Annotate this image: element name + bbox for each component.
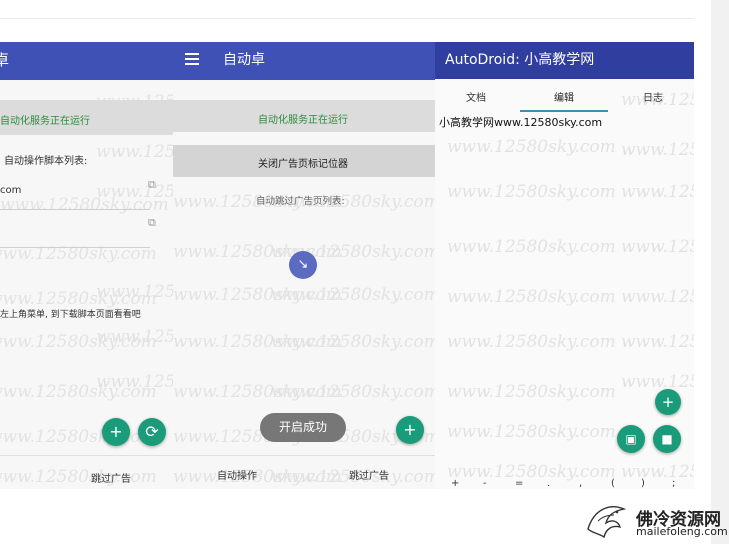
app-bar: 卓 (0, 42, 173, 80)
service-status: 自动化服务正在运行 (258, 115, 348, 126)
skip-list-label: 自动跳过广告页列表: (256, 196, 345, 207)
site-logo-en: mailefoleng.com (636, 525, 728, 538)
locator-float-icon[interactable]: ↘ (289, 251, 317, 279)
tab-edit[interactable]: 编辑 (554, 89, 574, 104)
copy-icon[interactable]: ⧉ (148, 216, 160, 230)
scrollbar-strip (711, 0, 729, 544)
top-divider (0, 18, 694, 19)
watermark: www.12580sky.com (621, 140, 694, 160)
active-tab-indicator (520, 110, 608, 112)
watermark: www.12580sky.com (0, 467, 157, 487)
add-button[interactable]: + (396, 416, 424, 444)
add-script-button[interactable]: + (102, 418, 130, 446)
watermark: www.12580sky.com (447, 287, 616, 307)
site-logo: 佛冷资源网 mailefoleng.com (584, 499, 728, 543)
watermark: www.12580sky.com (0, 382, 157, 402)
watermark: www.12580sky.com (621, 182, 694, 202)
menu-icon[interactable] (185, 53, 199, 65)
tab-docs[interactable]: 文档 (466, 89, 486, 104)
app-bar: AutoDroid: 小高教学网 (435, 42, 694, 79)
add-button[interactable]: + (655, 389, 681, 415)
bottom-nav-divider (173, 455, 435, 456)
watermark: www.12580sky.com (271, 332, 435, 352)
app-bar: 自动卓 (173, 42, 435, 80)
script-item-underline (0, 247, 150, 248)
screen-main: 卓 www.12580sky.com www.12580sky.com www.… (0, 42, 173, 489)
hint-text: 左上角菜单, 到下载脚本页面看看吧 (0, 310, 141, 320)
watermark: www.12580sky.com (173, 242, 342, 262)
key-open-paren[interactable]: ( (611, 478, 615, 489)
refresh-button[interactable]: ⟳ (138, 418, 166, 446)
save-button[interactable]: ▣ (617, 425, 645, 453)
watermark: www.12580sky.com (447, 182, 616, 202)
watermark: www.12580sky.com (173, 332, 342, 352)
key-close-paren[interactable]: ) (641, 478, 645, 489)
watermark: www.12580sky.com (0, 289, 157, 309)
watermark: www.12580sky.com (447, 237, 616, 257)
stop-button[interactable]: ■ (653, 425, 681, 453)
watermark: www.12580sky.com (173, 382, 342, 402)
bottom-nav-auto-ops[interactable]: 自动操作 (217, 467, 257, 482)
tab-log[interactable]: 日志 (643, 89, 663, 104)
screen-auto: 自动卓 www.12580sky.com www.12580sky.com ww… (173, 42, 435, 489)
watermark: www.12580sky.com (621, 332, 694, 352)
key-semicolon[interactable]: ; (672, 478, 675, 489)
watermark: www.12580sky.com (96, 327, 173, 347)
watermark: www.12580sky.com (0, 427, 157, 447)
key-comma[interactable]: , (579, 478, 582, 489)
watermark: www.12580sky.com (447, 137, 616, 157)
app-title: AutoDroid: 小高教学网 (445, 52, 595, 68)
bottom-nav-skip-ads[interactable]: 跳过广告 (349, 467, 389, 482)
script-item[interactable]: com (0, 185, 21, 196)
bottom-nav-divider (0, 455, 173, 456)
watermark: www.12580sky.com (447, 332, 616, 352)
watermark: www.12580sky.com (96, 282, 173, 302)
watermark: www.12580sky.com (271, 382, 435, 402)
editor-text[interactable]: 小高教学网www.12580sky.com (439, 114, 602, 130)
watermark: www.12580sky.com (0, 195, 169, 215)
watermark: www.12580sky.com (173, 467, 342, 487)
service-status: 自动化服务正在运行 (0, 116, 90, 127)
watermark: www.12580sky.com (271, 285, 435, 305)
key-minus[interactable]: - (483, 478, 487, 489)
screen-editor: AutoDroid: 小高教学网 www.12580sky.com www.12… (435, 42, 694, 489)
watermark: www.12580sky.com (447, 382, 616, 402)
watermark: www.12580sky.com (447, 422, 616, 442)
script-item-underline (0, 209, 150, 210)
watermark: www.12580sky.com (96, 142, 173, 162)
watermark: www.12580sky.com (447, 462, 616, 482)
watermark: www.12580sky.com (96, 372, 173, 392)
key-equals[interactable]: = (515, 478, 523, 489)
app-title: 卓 (0, 51, 10, 69)
watermark: www.12580sky.com (621, 237, 694, 257)
copy-icon[interactable]: ⧉ (148, 178, 160, 192)
watermark: www.12580sky.com (621, 287, 694, 307)
toast-message: 开启成功 (260, 413, 346, 442)
watermark: www.12580sky.com (96, 182, 173, 202)
watermark: www.12580sky.com (173, 285, 342, 305)
watermark: www.12580sky.com (621, 462, 694, 482)
dragon-logo-icon (587, 506, 627, 539)
key-dot[interactable]: . (547, 478, 550, 489)
key-plus[interactable]: + (451, 478, 459, 489)
app-title: 自动卓 (223, 52, 265, 68)
script-list-label: 自动操作脚本列表: (4, 156, 88, 167)
watermark: www.12580sky.com (0, 332, 157, 352)
watermark: www.12580sky.com (621, 372, 694, 392)
bottom-nav-skip-ads[interactable]: 跳过广告 (91, 470, 131, 485)
close-locator-label: 关闭广告页标记位器 (258, 159, 348, 170)
